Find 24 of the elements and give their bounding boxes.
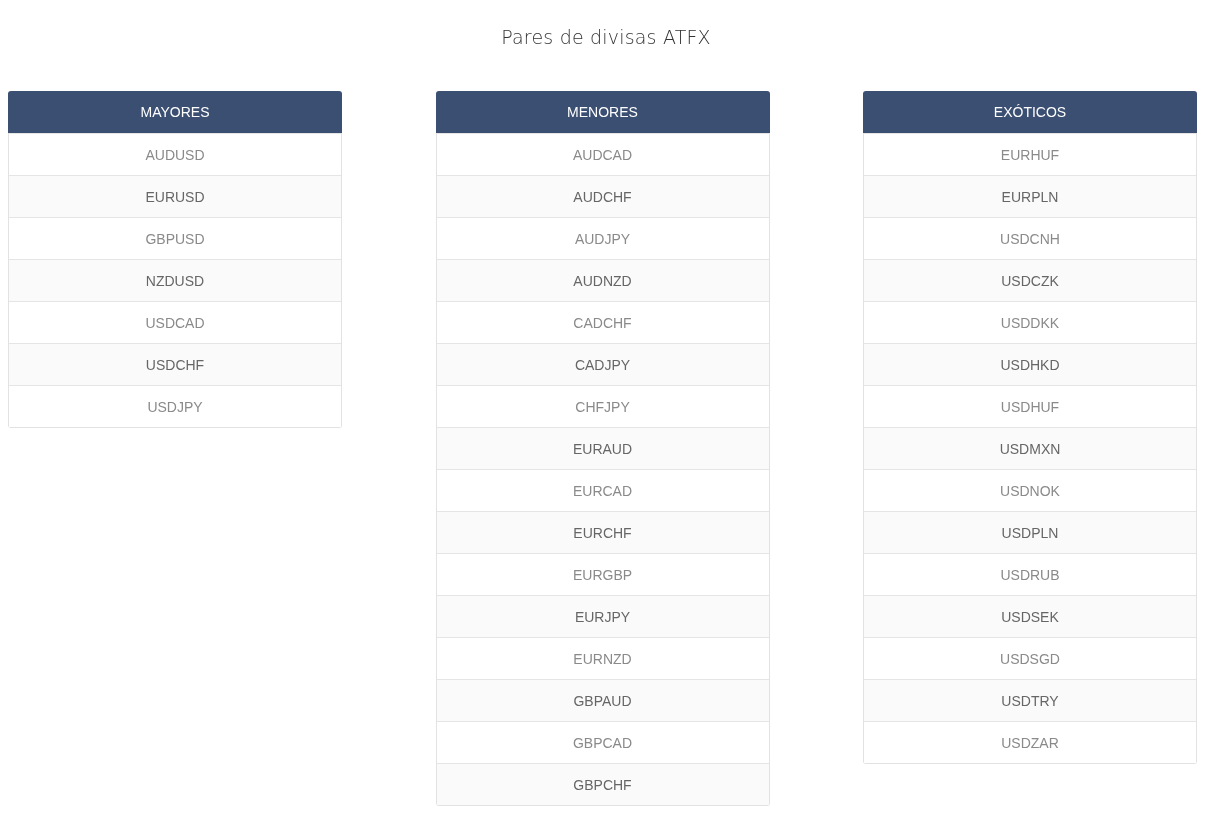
table-cell: USDTRY (864, 679, 1196, 721)
table-cell: CADJPY (436, 343, 769, 385)
table-cell: USDHKD (864, 343, 1196, 385)
table-header: EXÓTICOS (863, 91, 1197, 133)
table-cell: GBPAUD (436, 679, 769, 721)
table-cell: AUDCHF (436, 175, 769, 217)
table-cell: NZDUSD (9, 259, 341, 301)
table-cell: EURAUD (436, 427, 769, 469)
table-header: MAYORES (8, 91, 342, 133)
table-cell: USDPLN (864, 511, 1196, 553)
table-cell: USDCZK (864, 259, 1196, 301)
table-cell: GBPCHF (436, 763, 769, 805)
table-cell: USDZAR (864, 721, 1196, 763)
table-cell: EURJPY (436, 595, 769, 637)
table-cell: EURCHF (436, 511, 769, 553)
table-cell: USDCHF (9, 343, 341, 385)
page-title: Pares de divisas ATFX (500, 25, 712, 50)
table-cell: EURUSD (9, 175, 341, 217)
table-cell: USDJPY (9, 385, 341, 427)
table-cell: USDMXN (864, 427, 1196, 469)
table-cell: EURPLN (864, 175, 1196, 217)
table-cell: AUDNZD (436, 259, 769, 301)
table-cell: USDSEK (864, 595, 1196, 637)
table-header: MENORES (435, 91, 770, 133)
